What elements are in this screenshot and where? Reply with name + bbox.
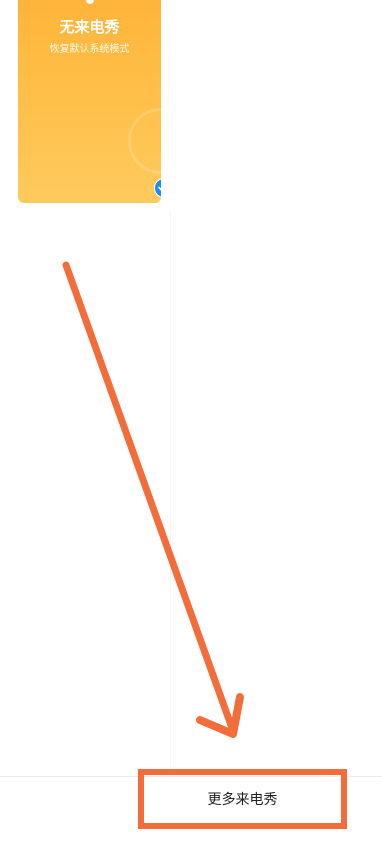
card-notch bbox=[86, 0, 94, 4]
more-call-show-button[interactable]: 更多来电秀 bbox=[138, 769, 347, 829]
divider-line bbox=[170, 210, 171, 770]
card-decoration bbox=[128, 108, 161, 174]
call-show-screen: 无来电秀 恢复默认系统模式 更多来电秀 bbox=[0, 0, 382, 843]
card-title: 无来电秀 bbox=[59, 18, 120, 36]
card-subtitle: 恢复默认系统模式 bbox=[49, 44, 130, 55]
selected-check-icon bbox=[154, 178, 161, 198]
no-call-show-card[interactable]: 无来电秀 恢复默认系统模式 bbox=[18, 0, 161, 203]
